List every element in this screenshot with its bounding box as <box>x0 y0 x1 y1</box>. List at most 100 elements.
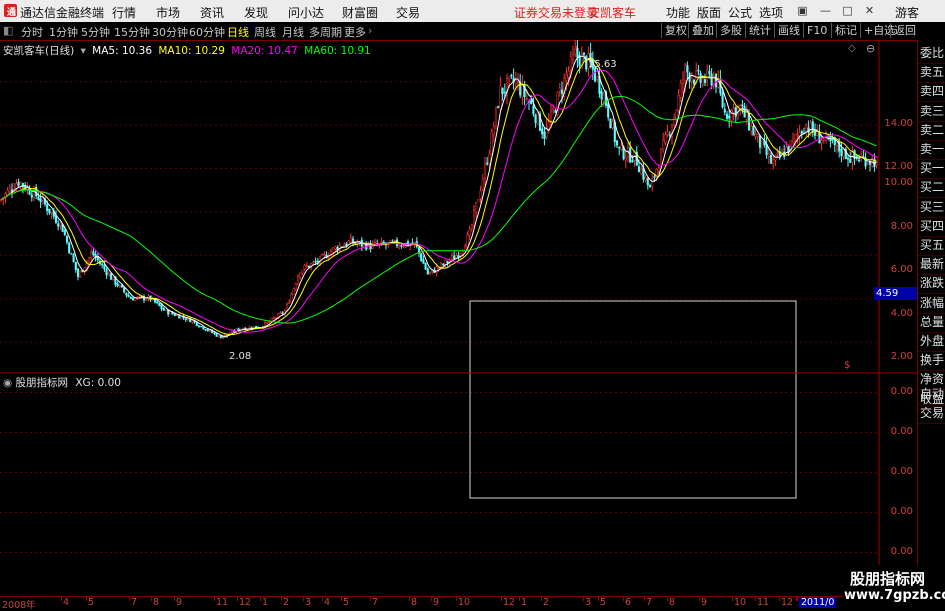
menu-gongshi[interactable]: 公式 <box>728 4 752 21</box>
btn-huaxian[interactable]: 画线 <box>774 23 803 38</box>
menu-shichang[interactable]: 市场 <box>156 4 180 21</box>
period-15min[interactable]: 15分钟 <box>114 24 150 40</box>
side-panel-item[interactable]: 卖五 <box>918 63 945 84</box>
side-panel-item[interactable]: 卖一 <box>918 140 945 160</box>
maximize-icon[interactable]: □ <box>842 5 853 16</box>
period-1min[interactable]: 1分钟 <box>49 24 78 40</box>
date-tick: 7 <box>646 597 653 608</box>
low-label: 2.08 <box>229 351 252 362</box>
period-daily[interactable]: 日线 <box>227 24 249 40</box>
side-panel-item[interactable]: 涨幅 <box>918 294 945 314</box>
side-panel-item[interactable]: 涨跌 <box>918 274 945 295</box>
top-stock-name: 安凯客车 <box>588 6 637 20</box>
menu-wenxiaoda[interactable]: 问小达 <box>288 4 324 21</box>
period-multi[interactable]: 多周期 <box>309 24 342 40</box>
app-title: 通达信金融终端 <box>20 6 105 20</box>
panel-toggle-icon[interactable]: ◧ <box>3 24 13 37</box>
guest-label[interactable]: 游客 <box>895 4 919 21</box>
date-tick: 1 <box>262 597 269 608</box>
skin-icon[interactable]: ▣ <box>797 5 808 16</box>
side-panel-item[interactable]: 换手 <box>918 351 945 372</box>
diamond-icon[interactable]: ◇ <box>848 43 856 54</box>
side-panel-item[interactable]: 最新 <box>918 255 945 276</box>
btn-tongji[interactable]: 统计 <box>745 23 774 38</box>
date-tick: 3 <box>305 597 312 608</box>
btn-duogu[interactable]: 多股 <box>716 23 745 38</box>
period-60min[interactable]: 60分钟 <box>189 24 225 40</box>
menu-zixun[interactable]: 资讯 <box>200 4 224 21</box>
sub-tick: 0.00 <box>890 386 913 397</box>
price-tick: 10.00 <box>884 177 913 188</box>
date-tick: 7 <box>131 597 138 608</box>
date-tick: 10 <box>734 597 747 608</box>
date-axis: 2008年 4 5 7 8 9 11 12 1 2 3 4 5 7 8 9 10 12 1 2 3 5 6 7 8 9 10 11 12… <box>0 596 917 611</box>
side-panel-item[interactable]: 委比 <box>918 44 945 64</box>
side-panel-item[interactable]: 总量 <box>918 313 945 333</box>
side-panel-item[interactable]: 卖二 <box>918 121 945 141</box>
period-5min[interactable]: 5分钟 <box>81 24 110 40</box>
minimize-icon[interactable]: — <box>820 5 831 16</box>
side-panel-item[interactable]: 自动 <box>918 385 945 405</box>
menu-banmian[interactable]: 版面 <box>697 4 721 21</box>
period-fenshi[interactable]: 分时 <box>21 24 43 40</box>
chart-area[interactable]: 安凯客车(日线) ▾ MA5: 10.36 MA10: 10.29 MA20: … <box>0 40 917 596</box>
menu-jiaoyi[interactable]: 交易 <box>396 4 420 21</box>
more-arrow-icon[interactable]: › <box>368 24 372 37</box>
side-panel-item[interactable]: 买一 <box>918 159 945 180</box>
side-panel-item[interactable]: 买二 <box>918 178 945 199</box>
date-tick: 1 <box>521 597 528 608</box>
btn-f10[interactable]: F10 <box>803 23 830 38</box>
date-tick: 8 <box>411 597 418 608</box>
menu-xuanxiang[interactable]: 选项 <box>759 4 783 21</box>
menu-gongneng[interactable]: 功能 <box>666 4 690 21</box>
selection-box[interactable] <box>469 300 797 499</box>
side-panel-item[interactable]: 卖三 <box>918 102 945 122</box>
side-panel-item[interactable]: 买五 <box>918 236 945 256</box>
ma20-value: MA20: 10.47 <box>231 45 298 57</box>
period-weekly[interactable]: 周线 <box>254 24 276 40</box>
side-panel-item[interactable]: 交易 <box>918 404 945 424</box>
side-panel-item[interactable]: 外盘 <box>918 332 945 352</box>
login-notice[interactable]: 证券交易未登录 <box>514 4 598 21</box>
menu-bar: 通 通达信金融终端 行情 市场 资讯 发现 问小达 财富圈 交易 证券交易未登录… <box>0 0 945 23</box>
btn-biaoji[interactable]: 标记 <box>831 23 860 38</box>
date-tick: 9 <box>433 597 440 608</box>
watermark: 股朋指标网 www.7gpzb.com <box>842 565 945 609</box>
date-tick: 12 <box>781 597 794 608</box>
date-tick: 2 <box>283 597 290 608</box>
sub-legend: ◉ 股朋指标网 XG: 0.00 <box>3 375 121 390</box>
sub-tick: 0.00 <box>890 506 913 517</box>
date-tick: 9 <box>176 597 183 608</box>
sub-tick: 0.00 <box>890 546 913 557</box>
btn-fanhui[interactable]: 返回 <box>890 23 919 38</box>
kline-chart[interactable] <box>0 40 917 596</box>
date-tick: 10 <box>458 597 471 608</box>
date-tick: 8 <box>669 597 676 608</box>
side-panel-item[interactable]: 买四 <box>918 217 945 237</box>
date-tick: 2011/0 <box>799 597 837 608</box>
price-tick: 12.00 <box>884 161 913 172</box>
zoom-out-icon[interactable]: ⊖ <box>866 42 875 55</box>
period-monthly[interactable]: 月线 <box>282 24 304 40</box>
price-tick: 6.00 <box>890 264 913 275</box>
high-label: 15.63 <box>588 59 617 70</box>
menu-caifuquan[interactable]: 财富圈 <box>342 4 378 21</box>
side-panel-item[interactable]: 买三 <box>918 198 945 218</box>
chart-title: 安凯客车(日线) <box>3 45 75 57</box>
date-tick: 3 <box>585 597 592 608</box>
menu-hangqing[interactable]: 行情 <box>112 4 136 21</box>
period-more[interactable]: 更多 <box>344 24 366 40</box>
legend-dropdown-icon[interactable]: ▾ <box>81 45 86 57</box>
menu-faxian[interactable]: 发现 <box>244 4 268 21</box>
date-tick: 9 <box>701 597 708 608</box>
btn-diejia[interactable]: 叠加 <box>688 23 717 38</box>
btn-fuquan[interactable]: 复权 <box>661 23 690 38</box>
date-tick: 12 <box>239 597 252 608</box>
watermark-line2: www.7gpzb.com <box>844 588 945 603</box>
close-icon[interactable]: ✕ <box>864 5 875 16</box>
sub-dropdown-icon[interactable]: ◉ <box>3 377 12 389</box>
date-tick: 6 <box>625 597 632 608</box>
date-tick: 12 <box>503 597 516 608</box>
side-panel-item[interactable]: 卖四 <box>918 82 945 103</box>
period-30min[interactable]: 30分钟 <box>152 24 188 40</box>
